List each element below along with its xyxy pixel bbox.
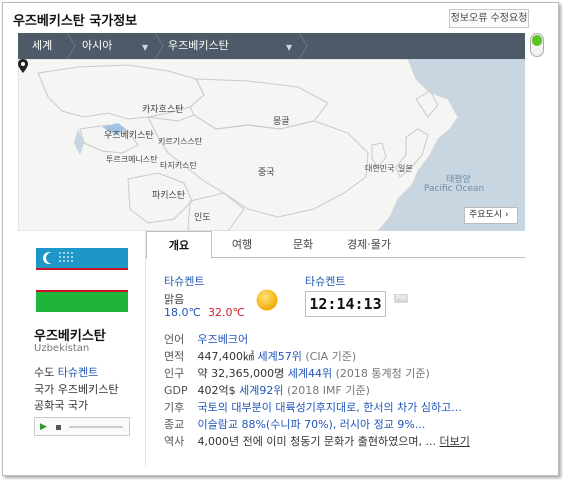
country-name-en: Uzbekistan	[34, 343, 90, 354]
capital-row: 수도 타슈켄트	[34, 364, 98, 380]
info-row-gdp: GDP 402억$ 세계92위 (2018 IMF 기준)	[164, 382, 370, 398]
weather-condition: 맑음	[164, 293, 185, 306]
breadcrumb-asia[interactable]: 아시아	[82, 33, 112, 59]
tab-culture[interactable]: 문화	[272, 231, 334, 258]
chevron-down-icon[interactable]: ▼	[142, 43, 148, 52]
info-row-religion: 종교 이슬람교 88%(수니파 70%), 러시아 정교 9%...	[164, 416, 425, 432]
capital-link[interactable]: 타슈켄트	[58, 366, 98, 379]
info-label: 언어	[164, 333, 185, 346]
clock-city-link[interactable]: 타슈켄트	[305, 273, 345, 289]
temperature-high: 32.0℃	[208, 306, 245, 319]
info-row-area: 면적 447,400㎢ 세계57위 (CIA 기준)	[164, 348, 356, 364]
info-value: 402억$	[197, 384, 236, 397]
map-label-japan[interactable]: 일본	[398, 163, 413, 174]
anthem-player: ▶	[34, 417, 130, 436]
info-row-population: 인구 약 32,365,000명 세계44위 (2018 통계청 기준)	[164, 365, 430, 381]
uzbekistan-flag-icon	[36, 248, 128, 312]
sunny-icon	[256, 289, 278, 311]
map-label-china[interactable]: 중국	[258, 165, 275, 178]
more-link[interactable]: 더보기	[440, 435, 470, 448]
info-label: 인구	[164, 367, 185, 380]
info-value: 약 32,365,000명	[197, 367, 285, 380]
progress-bar[interactable]	[69, 426, 123, 428]
main-cities-button[interactable]: 주요도시 ›	[464, 207, 518, 224]
anthem-name-line2: 공화국 국가	[34, 399, 89, 412]
info-value: 447,400㎢	[197, 350, 255, 363]
info-note: (2018 통계청 기준)	[335, 367, 430, 380]
map-label-tajikistan[interactable]: 타지키스탄	[160, 160, 197, 171]
divider	[145, 231, 146, 467]
map-label-korea[interactable]: 대한민국	[365, 163, 394, 174]
location-pin-icon	[18, 59, 28, 73]
info-label: 기후	[164, 401, 185, 414]
info-row-history: 역사 4,000년 전에 이미 청동기 문화가 출현하였으며, ... 더보기	[164, 433, 470, 449]
map-label-pakistan[interactable]: 파키스탄	[152, 188, 185, 201]
breadcrumb-uzbekistan[interactable]: 우즈베키스탄	[168, 33, 229, 59]
info-value: 4,000년 전에 이미 청동기 문화가 출현하였으며, ...	[197, 435, 437, 448]
report-error-button[interactable]: 정보오류 수정요청	[449, 9, 529, 28]
map-label-mongolia[interactable]: 몽골	[273, 114, 290, 127]
info-row-climate: 기후 국토의 대부분이 대륙성기후지대로, 한서의 차가 심하고...	[164, 399, 462, 415]
anthem-row: 국가 우즈베키스탄	[34, 381, 118, 397]
breadcrumb-separator-icon	[66, 33, 76, 59]
info-rank-link[interactable]: 세계44위	[288, 367, 332, 380]
map-label-turkmenistan[interactable]: 투르크메니스탄	[106, 154, 158, 165]
info-label: 역사	[164, 435, 185, 448]
breadcrumb: 세계 아시아 ▼ 우즈베키스탄 ▼	[18, 33, 525, 59]
ampm-badge: PM	[394, 294, 408, 303]
map-label-india[interactable]: 인도	[194, 210, 211, 223]
map[interactable]: 카자흐스탄 우즈베키스탄 키르기스스탄 투르크메니스탄 타지키스탄 파키스탄 인…	[18, 59, 525, 231]
chevron-down-icon[interactable]: ▼	[286, 43, 292, 52]
map-label-uzbekistan[interactable]: 우즈베키스탄	[104, 128, 154, 141]
toggle-knob	[532, 35, 542, 46]
stop-icon[interactable]	[56, 425, 61, 430]
page-title: 우즈베키스탄 국가정보	[13, 14, 138, 29]
anthem-name: 우즈베키스탄	[57, 383, 119, 396]
country-summary: 우즈베키스탄 Uzbekistan 수도 타슈켄트 국가 우즈베키스탄 공화국 …	[18, 231, 145, 467]
breadcrumb-separator-icon	[154, 33, 164, 59]
breadcrumb-separator-icon	[298, 33, 308, 59]
country-name: 우즈베키스탄	[34, 329, 106, 344]
tab-bar: 개요 여행 문화 경제·물가	[146, 231, 525, 259]
anthem-label: 국가	[34, 383, 55, 396]
map-land-shapes	[18, 59, 459, 231]
info-value-link[interactable]: 우즈베크어	[198, 333, 249, 346]
tab-economy[interactable]: 경제·물가	[336, 231, 402, 258]
map-label-kyrgyzstan[interactable]: 키르기스스탄	[158, 136, 202, 147]
info-note: (CIA 기준)	[305, 350, 357, 363]
map-label-pacific-en: Pacific Ocean	[424, 184, 485, 194]
info-value-link[interactable]: 이슬람교 88%(수니파 70%), 러시아 정교 9%...	[198, 418, 426, 431]
breadcrumb-world[interactable]: 세계	[32, 33, 52, 59]
info-label: 면적	[164, 350, 185, 363]
tab-travel[interactable]: 여행	[214, 231, 270, 258]
info-value-link[interactable]: 국토의 대부분이 대륙성기후지대로, 한서의 차가 심하고...	[198, 401, 462, 414]
play-icon[interactable]: ▶	[40, 422, 47, 432]
map-label-kazakhstan[interactable]: 카자흐스탄	[142, 102, 183, 115]
tab-overview[interactable]: 개요	[146, 231, 212, 259]
weather-city-link[interactable]: 타슈켄트	[164, 273, 204, 289]
info-label: 종교	[164, 418, 185, 431]
capital-label: 수도	[34, 366, 55, 379]
scroll-toggle[interactable]	[530, 33, 544, 57]
info-row-language: 언어 우즈베크어	[164, 331, 248, 347]
info-note: (2018 IMF 기준)	[286, 384, 370, 397]
temperature-low: 18.0℃	[164, 306, 201, 319]
info-rank-link[interactable]: 세계92위	[239, 384, 283, 397]
info-label: GDP	[164, 384, 188, 397]
local-time-clock: 12:14:13	[305, 291, 386, 317]
info-rank-link[interactable]: 세계57위	[258, 350, 302, 363]
